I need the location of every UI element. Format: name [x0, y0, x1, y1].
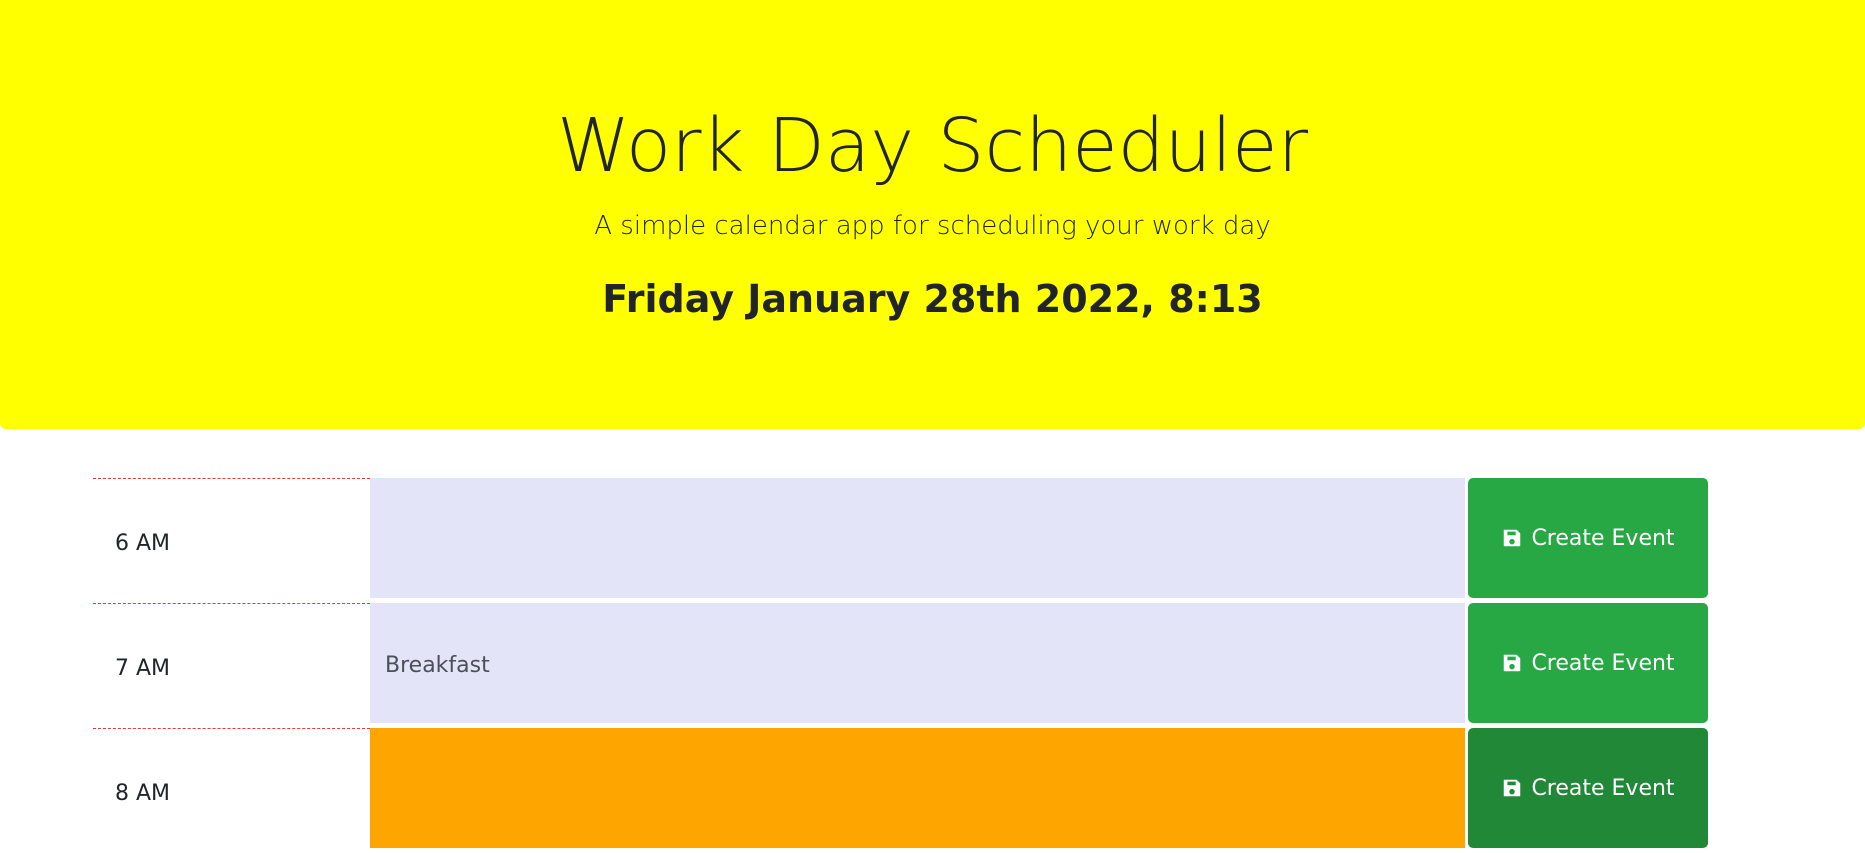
floppy-disk-icon	[1504, 779, 1521, 797]
page-title: Work Day Scheduler	[556, 103, 1309, 189]
create-event-label: Create Event	[1531, 775, 1675, 801]
hour-label: 6 AM	[115, 531, 171, 556]
hour-cell: 8 AM	[93, 728, 370, 852]
event-description-input[interactable]	[370, 478, 1465, 598]
header-jumbotron: Work Day Scheduler A simple calendar app…	[0, 0, 1865, 429]
create-event-button[interactable]: Create Event	[1468, 478, 1708, 598]
floppy-disk-icon	[1504, 654, 1521, 672]
page-subtitle: A simple calendar app for scheduling you…	[594, 211, 1271, 241]
event-description-input[interactable]	[370, 728, 1465, 848]
create-event-label: Create Event	[1531, 525, 1675, 551]
hour-label: 7 AM	[115, 656, 171, 681]
time-block-8am: 8 AM Create Event	[93, 728, 1708, 853]
current-day: Friday January 28th 2022, 8:13	[602, 277, 1263, 321]
event-description-input[interactable]: Breakfast	[370, 603, 1465, 723]
time-block-6am: 6 AM Create Event	[93, 478, 1708, 603]
time-block-7am: 7 AM Breakfast Create Event	[93, 603, 1708, 728]
hour-cell: 6 AM	[93, 478, 370, 602]
hour-cell: 7 AM	[93, 603, 370, 727]
create-event-label: Create Event	[1531, 650, 1675, 676]
schedule-container: 6 AM Create Event 7 AM Breakfast Create …	[93, 478, 1708, 853]
floppy-disk-icon	[1504, 529, 1521, 547]
hour-label: 8 AM	[115, 781, 171, 806]
create-event-button[interactable]: Create Event	[1468, 728, 1708, 848]
create-event-button[interactable]: Create Event	[1468, 603, 1708, 723]
